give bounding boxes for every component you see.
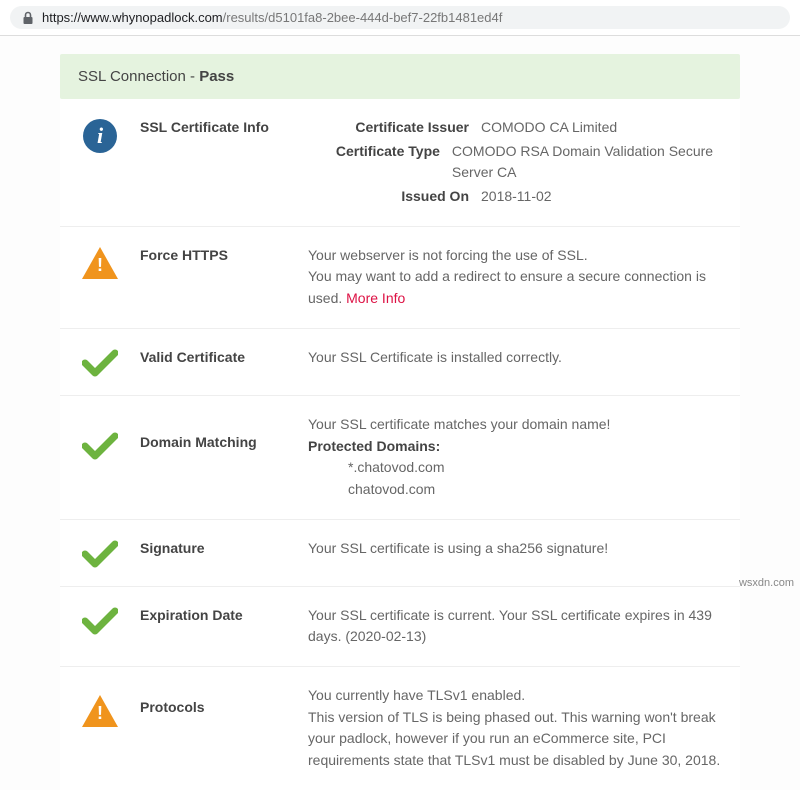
row-signature: Signature Your SSL certificate is using … — [60, 520, 740, 587]
protected-domain: *.chatovod.com — [348, 457, 722, 479]
warning-icon — [82, 247, 118, 279]
domain-matching-text: Your SSL certificate matches your domain… — [308, 414, 722, 501]
watermark: wsxdn.com — [739, 577, 794, 589]
check-icon — [82, 349, 118, 377]
check-icon — [82, 540, 118, 568]
cert-info-kv: Certificate IssuerCOMODO CA Limited Cert… — [308, 117, 722, 208]
signature-text: Your SSL certificate is using a sha256 s… — [308, 538, 722, 560]
cert-info-label: SSL Certificate Info — [140, 117, 290, 135]
force-https-label: Force HTTPS — [140, 245, 290, 263]
row-force-https: Force HTTPS Your webserver is not forcin… — [60, 227, 740, 329]
protected-domain: chatovod.com — [348, 479, 722, 501]
force-https-text: Your webserver is not forcing the use of… — [308, 245, 722, 310]
valid-cert-text: Your SSL Certificate is installed correc… — [308, 347, 722, 369]
more-info-link[interactable]: More Info — [346, 290, 405, 306]
row-protocols: Protocols You currently have TLSv1 enabl… — [60, 667, 740, 790]
status-label: SSL Connection - — [78, 68, 199, 85]
results-card: i SSL Certificate Info Certificate Issue… — [60, 99, 740, 790]
row-expiration: Expiration Date Your SSL certificate is … — [60, 587, 740, 667]
row-domain-matching: Domain Matching Your SSL certificate mat… — [60, 396, 740, 520]
check-icon — [82, 432, 118, 460]
warning-icon — [82, 695, 118, 727]
domain-matching-label: Domain Matching — [140, 414, 290, 450]
protocols-text: You currently have TLSv1 enabled. This v… — [308, 685, 722, 772]
info-icon: i — [83, 119, 117, 153]
signature-label: Signature — [140, 538, 290, 556]
page-content: SSL Connection - Pass i SSL Certificate … — [0, 36, 800, 790]
valid-cert-label: Valid Certificate — [140, 347, 290, 365]
expiration-label: Expiration Date — [140, 605, 290, 623]
ssl-status-header: SSL Connection - Pass — [60, 54, 740, 99]
browser-address-bar: https://www.whynopadlock.com/results/d51… — [0, 0, 800, 36]
check-icon — [82, 607, 118, 635]
url-field[interactable]: https://www.whynopadlock.com/results/d51… — [10, 6, 790, 29]
row-cert-info: i SSL Certificate Info Certificate Issue… — [60, 99, 740, 227]
expiration-text: Your SSL certificate is current. Your SS… — [308, 605, 722, 648]
protocols-label: Protocols — [140, 685, 290, 715]
status-value: Pass — [199, 68, 234, 85]
lock-icon — [22, 11, 34, 25]
row-valid-cert: Valid Certificate Your SSL Certificate i… — [60, 329, 740, 396]
url-text: https://www.whynopadlock.com/results/d51… — [42, 10, 502, 25]
